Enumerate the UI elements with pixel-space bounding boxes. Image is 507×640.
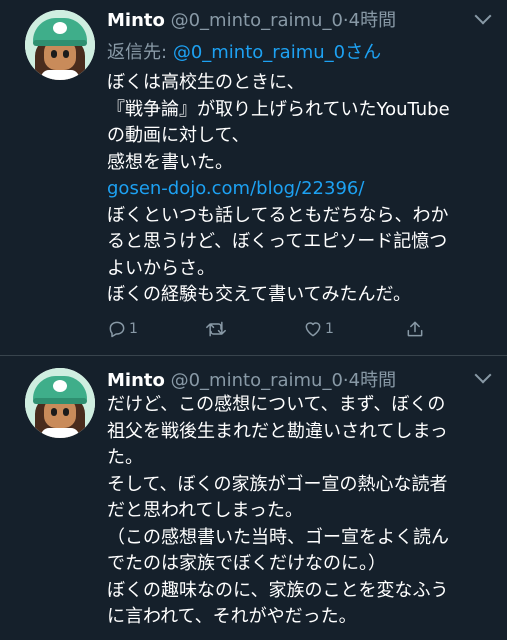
tweet-text-line: （この感想書いた当時、ゴー宣をよく読ん: [107, 526, 449, 548]
tweet[interactable]: Minto @0_minto_raimu_0·4時間 だけど、この感想について、…: [0, 356, 507, 640]
tweet-header: Minto @0_minto_raimu_0·4時間: [107, 366, 396, 392]
retweet-icon: [206, 321, 226, 337]
timestamp[interactable]: 4時間: [349, 370, 396, 391]
tweet-text: ぼくは高校生のときに、 『戦争論』が取り上げられていたYouTube の動画に対…: [107, 70, 492, 309]
reply-handle-link[interactable]: @0_minto_raimu_0さん: [173, 42, 381, 63]
retweet-button[interactable]: [205, 318, 227, 340]
tweet-text-line: に言われて、それがやだった。: [107, 606, 357, 627]
tweet-text-line: 祖父を戦後生まれだと勘違いされてしまっ: [107, 420, 448, 442]
chevron-down-icon[interactable]: [474, 7, 492, 25]
display-name[interactable]: Minto: [107, 370, 165, 391]
blog-link[interactable]: gosen-dojo.com/blog/22396/: [107, 176, 492, 203]
tweet-text-line: の動画に対して、: [107, 125, 250, 146]
avatar-eye: [63, 50, 69, 58]
avatar-shirt: [41, 428, 79, 438]
tweet[interactable]: Minto @0_minto_raimu_0·4時間 返信先: @0_minto…: [0, 0, 507, 356]
tweet-text-line: ぼくといつも話してるともだちなら、わか: [107, 204, 449, 226]
avatar-cap-badge: [53, 22, 67, 34]
tweet-actions: 1 1: [107, 318, 467, 340]
tweet-text-line: でたのは家族でぼくだけなのに。）: [107, 553, 386, 574]
like-button[interactable]: 1: [303, 318, 334, 340]
avatar-cap-brim: [33, 40, 87, 46]
display-name[interactable]: Minto: [107, 10, 165, 31]
tweet-text-line: ぼくの経験も交えて書いてみたんだ。: [107, 284, 412, 305]
reply-context: 返信先: @0_minto_raimu_0さん: [107, 38, 381, 64]
heart-icon: [305, 322, 321, 337]
avatar-eye: [51, 408, 57, 416]
tweet-text-line: だと思われてしまった。: [107, 500, 303, 521]
avatar-eye: [51, 50, 57, 58]
timestamp[interactable]: 4時間: [349, 10, 396, 31]
avatar-shirt: [41, 70, 79, 80]
tweet-text-line: 『戦争論』が取り上げられていたYouTube: [107, 98, 450, 120]
avatar[interactable]: [25, 368, 95, 438]
like-count: 1: [325, 321, 334, 337]
tweet-text-line: ぼくの趣味なのに、家族のことを変なふう: [107, 579, 449, 601]
user-handle[interactable]: @0_minto_raimu_0: [171, 370, 343, 391]
reply-button[interactable]: 1: [107, 318, 138, 340]
tweet-text: だけど、この感想について、まず、ぼくの 祖父を戦後生まれだと勘違いされてしまっ …: [107, 392, 492, 631]
tweet-text-line: だけど、この感想について、まず、ぼくの: [107, 394, 446, 415]
avatar-cap-badge: [53, 380, 67, 392]
reply-count: 1: [129, 321, 138, 337]
tweet-text-line: ぼくは高校生のときに、: [107, 72, 305, 93]
tweet-text-line: そして、ぼくの家族がゴー宣の熱心な読者: [107, 473, 448, 495]
tweet-header: Minto @0_minto_raimu_0·4時間: [107, 6, 396, 32]
avatar-eye: [63, 408, 69, 416]
reply-icon: [109, 321, 125, 338]
user-handle[interactable]: @0_minto_raimu_0: [171, 10, 343, 31]
reply-label: 返信先:: [107, 42, 168, 63]
tweet-text-line: ると思うけど、ぼくってエピソード記憶つ: [107, 231, 448, 252]
tweet-text-line: よいからさ。: [107, 257, 215, 279]
chevron-down-icon[interactable]: [474, 366, 492, 384]
tweet-text-line: た。: [107, 447, 143, 468]
avatar-cap-brim: [33, 398, 87, 404]
tweet-text-line: 感想を書いた。: [107, 151, 233, 173]
share-icon: [407, 321, 423, 337]
avatar[interactable]: [25, 10, 95, 80]
share-button[interactable]: [405, 318, 425, 340]
